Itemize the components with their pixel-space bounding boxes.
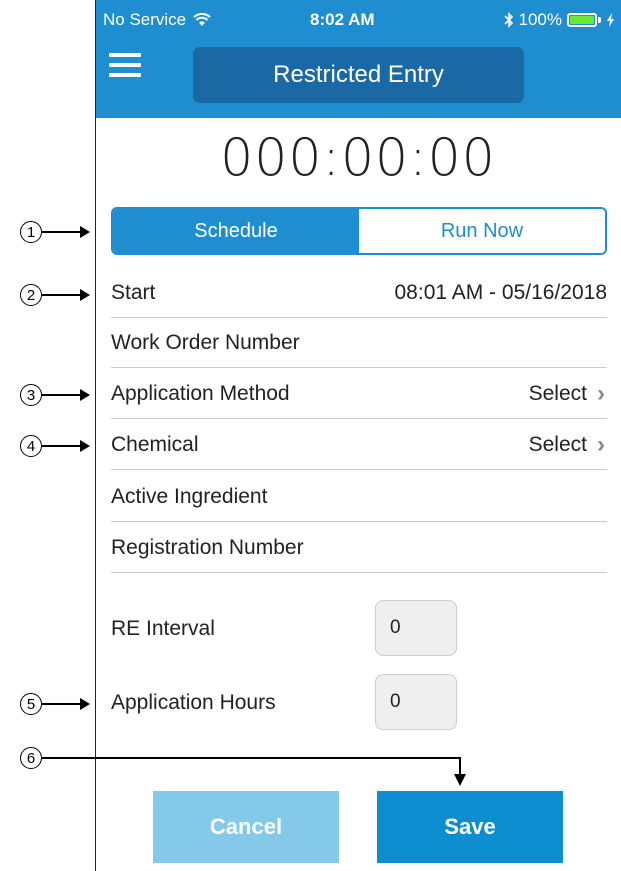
chemical-value: Select <box>528 432 587 456</box>
start-label: Start <box>111 280 156 304</box>
callout-4: 4 <box>20 435 42 457</box>
status-bar: No Service 8:02 AM 100% <box>95 0 621 42</box>
charging-icon <box>607 13 614 27</box>
registration-number-row[interactable]: Registration Number <box>111 523 607 573</box>
status-time: 8:02 AM <box>310 10 375 29</box>
tab-run-now[interactable]: Run Now <box>359 209 605 253</box>
page-title: Restricted Entry <box>193 47 524 103</box>
callout-1-arrow <box>42 226 90 238</box>
re-interval-label: RE Interval <box>111 617 215 640</box>
wifi-icon <box>193 13 211 26</box>
callout-2: 2 <box>20 284 42 306</box>
tab-schedule[interactable]: Schedule <box>113 209 359 253</box>
carrier-group: No Service <box>103 10 211 30</box>
callout-3: 3 <box>20 384 42 406</box>
hamburger-menu-icon[interactable] <box>109 53 141 79</box>
phone-screen: No Service 8:02 AM 100% Restricted Entry… <box>95 0 621 871</box>
callout-1: 1 <box>20 221 42 243</box>
battery-tip <box>598 17 601 23</box>
application-method-value: Select <box>528 381 587 405</box>
screen-left-edge <box>95 0 96 871</box>
battery-icon <box>567 13 597 27</box>
work-order-label: Work Order Number <box>111 330 300 354</box>
mode-segmented-control: Schedule Run Now <box>111 207 607 255</box>
callout-5: 5 <box>20 693 42 715</box>
re-interval-field[interactable]: 0 <box>375 600 457 656</box>
callout-5-arrow <box>42 698 90 710</box>
header-bar: No Service 8:02 AM 100% Restricted Entry <box>95 0 621 118</box>
save-button[interactable]: Save <box>377 791 563 863</box>
chemical-label: Chemical <box>111 432 199 456</box>
status-right: 100% <box>503 10 615 30</box>
bluetooth-icon <box>503 12 513 28</box>
callout-2-arrow <box>42 289 90 301</box>
callout-6: 6 <box>20 747 42 769</box>
active-ingredient-label: Active Ingredient <box>111 484 268 508</box>
callout-3-arrow <box>42 389 90 401</box>
application-method-label: Application Method <box>111 381 290 405</box>
cancel-button[interactable]: Cancel <box>153 791 339 863</box>
battery-percent: 100% <box>518 10 562 29</box>
start-value: 08:01 AM - 05/16/2018 <box>394 280 608 304</box>
elapsed-timer: 000:00:00 <box>220 128 496 188</box>
application-method-row[interactable]: Application Method Select › <box>111 369 607 419</box>
work-order-row[interactable]: Work Order Number <box>111 318 607 368</box>
application-hours-label: Application Hours <box>111 691 276 714</box>
callout-4-arrow <box>42 440 90 452</box>
chevron-right-icon: › <box>597 430 605 458</box>
carrier-text: No Service <box>103 10 187 29</box>
registration-number-label: Registration Number <box>111 535 304 559</box>
start-row[interactable]: Start 08:01 AM - 05/16/2018 <box>111 268 607 318</box>
application-hours-field[interactable]: 0 <box>375 674 457 730</box>
chemical-row[interactable]: Chemical Select › <box>111 420 607 470</box>
active-ingredient-row[interactable]: Active Ingredient <box>111 472 607 522</box>
chevron-right-icon: › <box>597 379 605 407</box>
